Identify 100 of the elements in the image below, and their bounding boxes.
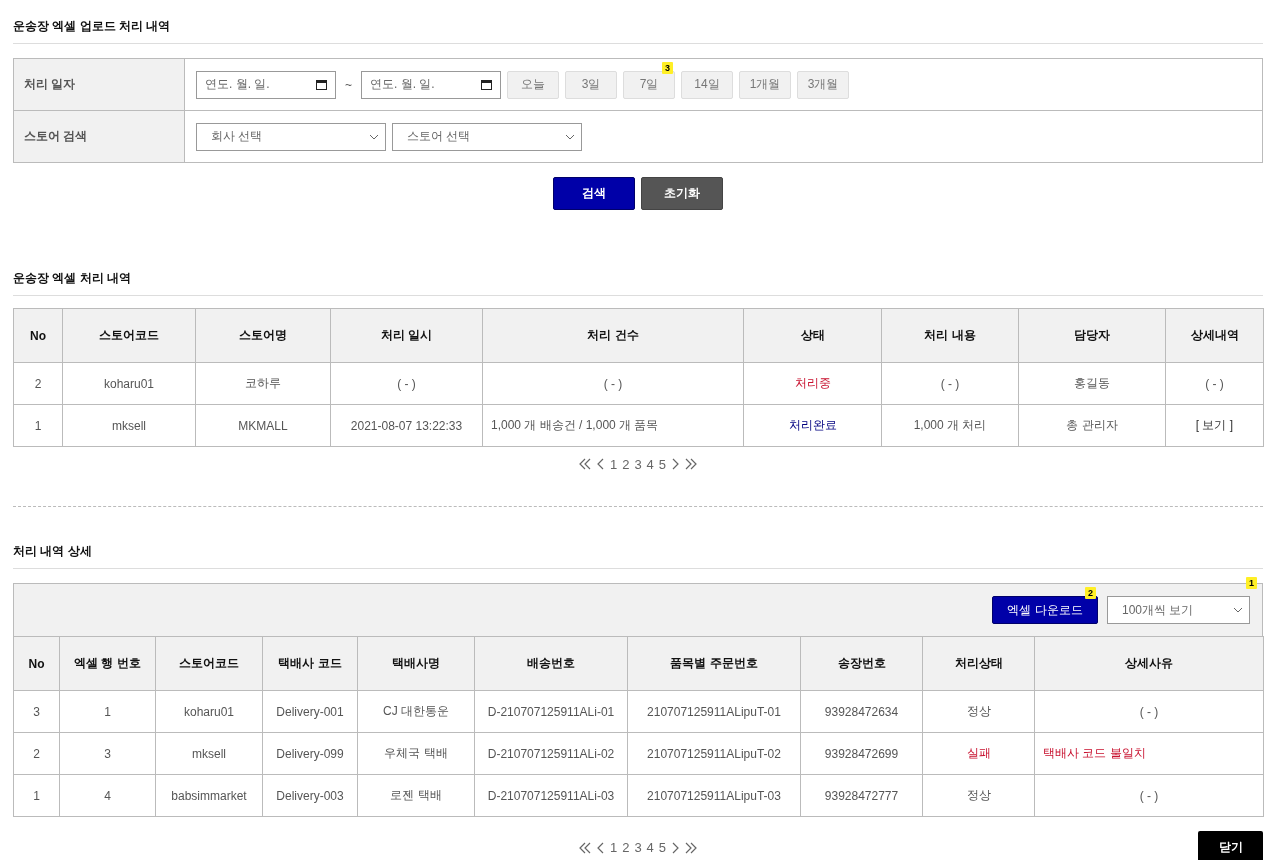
view-link[interactable]: [ 보기 ] [1165, 404, 1264, 447]
last-page-icon[interactable] [684, 841, 699, 854]
period-button[interactable]: 7일 [623, 70, 675, 99]
column-header: 배송번호 [474, 636, 628, 691]
status-cell: 실패 [922, 732, 1035, 775]
table-cell: 2 [13, 732, 60, 775]
column-header: 스토어코드 [62, 308, 196, 363]
period-button[interactable]: 14일 [681, 70, 733, 99]
reset-button[interactable]: 초기화 [641, 177, 723, 210]
table-cell: 2021-08-07 13:22:33 [330, 404, 483, 447]
page-link[interactable]: 4 [646, 840, 654, 855]
column-header: 처리 일시 [330, 308, 483, 363]
section-title: 처리 내역 상세 [13, 525, 1263, 569]
chevron-down-icon [369, 133, 379, 140]
table-cell: 2 [13, 362, 63, 405]
status-cell: 처리완료 [743, 404, 882, 447]
column-header: 엑셀 행 번호 [59, 636, 156, 691]
date-field[interactable]: 연도. 월. 일. [361, 70, 501, 99]
table-cell: D-210707125911ALi-02 [474, 732, 628, 775]
status-cell: 처리중 [743, 362, 882, 405]
column-header: 스토어명 [195, 308, 331, 363]
column-header: 상태 [743, 308, 882, 363]
period-button[interactable]: 3개월 [797, 70, 849, 99]
table-cell: koharu01 [155, 690, 263, 733]
table-cell: 93928472699 [800, 732, 923, 775]
date-field[interactable]: 연도. 월. 일. [196, 70, 336, 99]
column-header: No [13, 308, 63, 363]
column-header: 택배사 코드 [262, 636, 358, 691]
page-link[interactable]: 1 [609, 456, 618, 472]
column-header: 상세내역 [1165, 308, 1264, 363]
table-cell: ( - ) [1165, 362, 1264, 405]
table-cell: babsimmarket [155, 774, 263, 817]
table-cell: koharu01 [62, 362, 196, 405]
table-cell: 홍길동 [1018, 362, 1166, 405]
filter-label: 처리 일자 [14, 59, 185, 111]
previous-page-icon[interactable] [596, 841, 605, 854]
chevron-down-icon [565, 133, 575, 140]
period-button[interactable]: 1개월 [739, 70, 791, 99]
excel-download-button[interactable]: 엑셀 다운로드 [992, 596, 1098, 624]
annotation-badge: 1 [1246, 577, 1257, 589]
period-button[interactable]: 3일 [565, 70, 617, 99]
column-header: 스토어코드 [155, 636, 263, 691]
table-cell: 210707125911ALipuT-02 [627, 732, 801, 775]
table-cell: 3 [13, 690, 60, 733]
calendar-icon[interactable] [316, 79, 327, 90]
table-cell: 코하루 [195, 362, 331, 405]
period-button[interactable]: 오늘 [507, 70, 559, 99]
next-page-icon[interactable] [671, 841, 680, 854]
table-cell: D-210707125911ALi-01 [474, 690, 628, 733]
column-header: 처리 건수 [482, 308, 744, 363]
table-cell: 3 [59, 732, 156, 775]
filter-label: 스토어 검색 [14, 111, 185, 162]
column-header: 품목별 주문번호 [627, 636, 801, 691]
page-link[interactable]: 3 [634, 456, 642, 472]
section-title: 운송장 엑셀 처리 내역 [13, 252, 1263, 296]
first-page-icon[interactable] [577, 458, 592, 470]
table-cell: ( - ) [330, 362, 483, 405]
page-link[interactable]: 1 [609, 840, 618, 855]
table-cell: ( - ) [1034, 690, 1264, 733]
table-cell: ( - ) [881, 362, 1019, 405]
column-header: 담당자 [1018, 308, 1166, 363]
table-cell: mksell [155, 732, 263, 775]
table-cell: 4 [59, 774, 156, 817]
page-link[interactable]: 2 [622, 840, 630, 855]
next-page-icon[interactable] [671, 458, 680, 470]
page-link[interactable]: 4 [646, 456, 654, 472]
table-cell: 210707125911ALipuT-01 [627, 690, 801, 733]
page-link[interactable]: 3 [634, 840, 642, 855]
calendar-icon[interactable] [481, 79, 492, 90]
table-cell: 93928472777 [800, 774, 923, 817]
table-cell: 210707125911ALipuT-03 [627, 774, 801, 817]
table-cell: CJ 대한통운 [357, 690, 475, 733]
chevron-down-icon [1233, 607, 1243, 613]
page-link[interactable]: 2 [622, 456, 630, 472]
table-cell: 1 [13, 404, 63, 447]
table-cell: mksell [62, 404, 196, 447]
first-page-icon[interactable] [577, 841, 592, 854]
table-cell: MKMALL [195, 404, 331, 447]
table-cell: 택배사 코드 불일치 [1034, 732, 1264, 775]
table-cell: ( - ) [1034, 774, 1264, 817]
column-header: 택배사명 [357, 636, 475, 691]
page-link[interactable]: 5 [658, 840, 667, 855]
column-header: 송장번호 [800, 636, 923, 691]
range-separator: ~ [344, 77, 353, 92]
close-button[interactable]: 닫기 [1198, 831, 1263, 860]
store-select[interactable]: 스토어 선택 [392, 122, 582, 151]
search-button[interactable]: 검색 [553, 177, 635, 210]
company-select[interactable]: 회사 선택 [196, 122, 386, 151]
column-header: No [13, 636, 60, 691]
page-link[interactable]: 5 [658, 456, 667, 472]
section-title: 운송장 엑셀 업로드 처리 내역 [13, 0, 1263, 44]
annotation-badge: 2 [1085, 587, 1096, 599]
last-page-icon[interactable] [684, 458, 699, 470]
previous-page-icon[interactable] [596, 458, 605, 470]
column-header: 처리 내용 [881, 308, 1019, 363]
column-header: 처리상태 [922, 636, 1035, 691]
table-cell: 1,000 개 처리 [881, 404, 1019, 447]
page-size-select[interactable]: 100개씩 보기 [1107, 596, 1250, 624]
table-cell: Delivery-099 [262, 732, 358, 775]
annotation-badge: 3 [662, 61, 673, 74]
